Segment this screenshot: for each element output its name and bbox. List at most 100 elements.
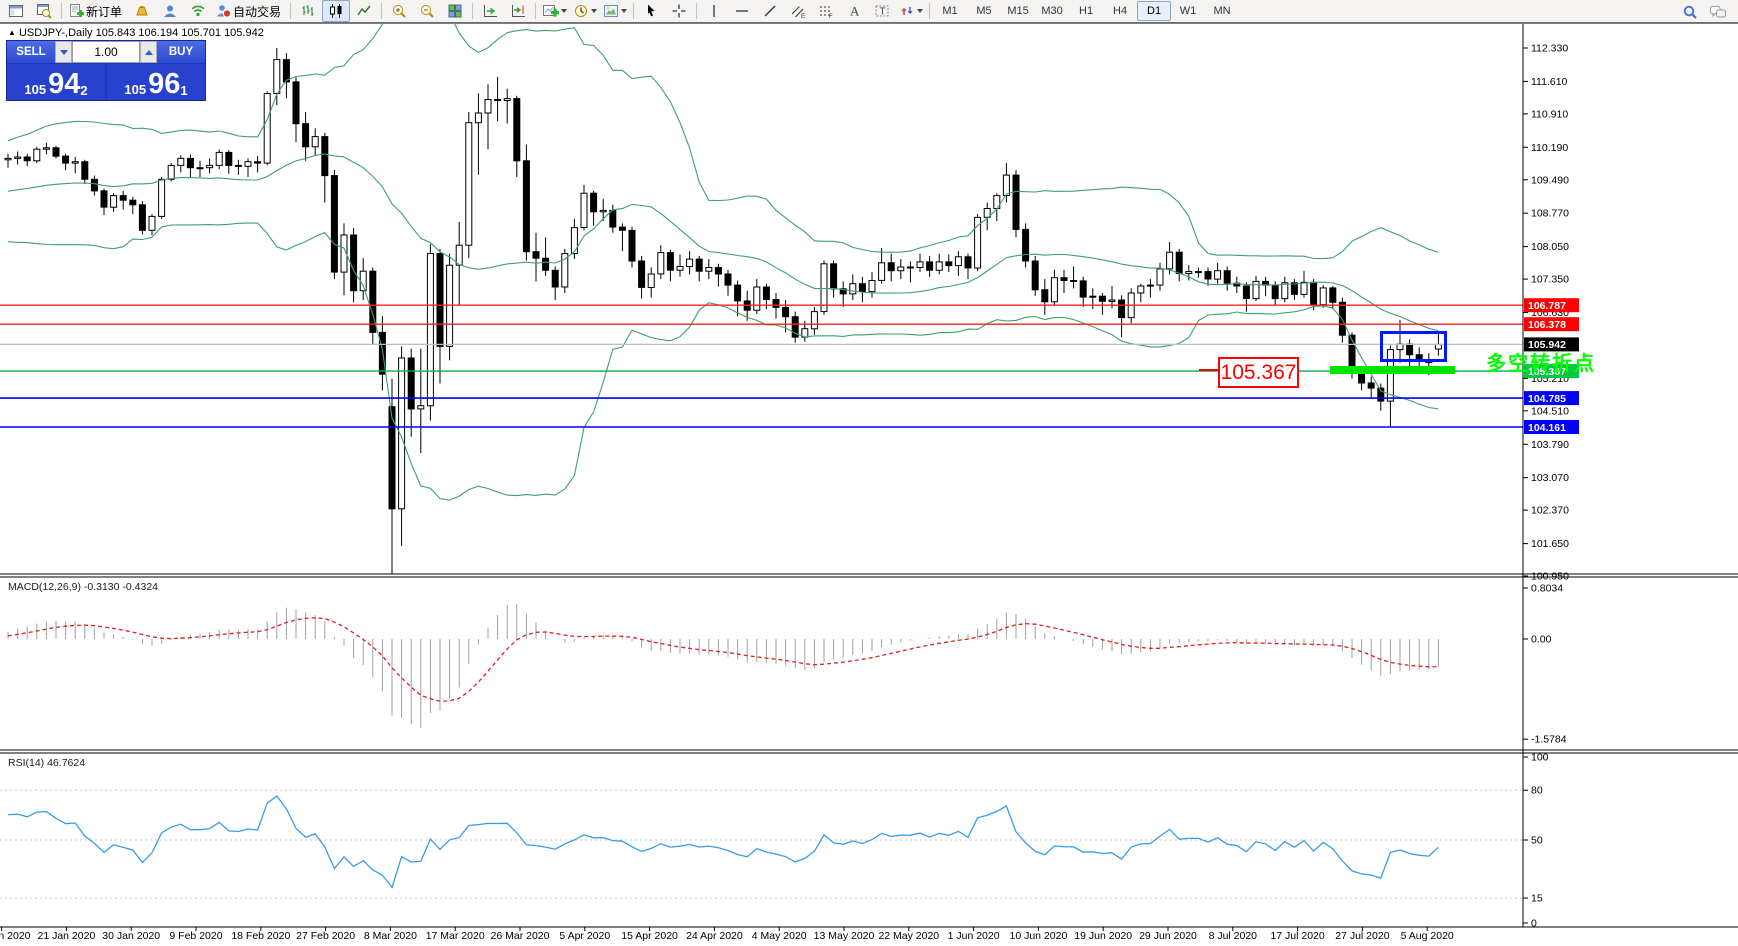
volume-decrease-button[interactable] xyxy=(55,41,72,63)
search-button[interactable] xyxy=(1676,1,1704,23)
svg-text:21 Jan 2020: 21 Jan 2020 xyxy=(37,930,95,942)
period-clock-button[interactable] xyxy=(570,0,600,22)
turning-point-annotation[interactable]: 多空转折点 xyxy=(1486,347,1596,376)
sell-price-big: 94 xyxy=(48,68,81,100)
svg-text:112.330: 112.330 xyxy=(1531,43,1568,55)
horizontal-line-tool-button[interactable] xyxy=(728,0,756,22)
auto-trading-button[interactable]: 自动交易 xyxy=(212,0,287,22)
templates-button[interactable] xyxy=(600,0,630,22)
main-price-pane[interactable] xyxy=(0,0,1523,574)
tile-windows-button[interactable] xyxy=(441,0,469,22)
data-window-button[interactable] xyxy=(30,0,58,22)
volume-increase-button[interactable] xyxy=(140,41,157,63)
price-callout-dash xyxy=(1199,369,1218,371)
community-button[interactable] xyxy=(156,0,184,22)
svg-text:30 Jan 2020: 30 Jan 2020 xyxy=(102,930,160,942)
line-chart-type-button[interactable] xyxy=(350,0,378,22)
equidistant-channel-tool-button[interactable]: E xyxy=(784,0,812,22)
consolidation-rectangle[interactable] xyxy=(1380,331,1447,362)
support-price-label[interactable]: 105.367 xyxy=(1218,357,1299,388)
market-button[interactable] xyxy=(128,0,156,22)
fibonacci-tool-button[interactable]: F xyxy=(812,0,840,22)
signals-button[interactable] xyxy=(184,0,212,22)
one-click-collapse-icon[interactable]: ▲ xyxy=(8,28,16,37)
chart-canvas[interactable]: 112.330 111.610 110.910 110.190 109.490 108.7… xyxy=(0,0,1738,946)
svg-text:5 Aug 2020: 5 Aug 2020 xyxy=(1401,930,1454,942)
crosshair-tool-button[interactable] xyxy=(665,0,693,22)
candlestick-chart-type-button[interactable] xyxy=(322,0,351,22)
svg-text:108.770: 108.770 xyxy=(1531,208,1569,220)
symbol-period-label: USDJPY-,Daily xyxy=(18,27,93,39)
svg-text:27 Jul 2020: 27 Jul 2020 xyxy=(1335,930,1389,942)
macd-pane[interactable] xyxy=(7,604,1439,728)
svg-text:15 Apr 2020: 15 Apr 2020 xyxy=(621,930,678,942)
chat-button[interactable] xyxy=(1704,1,1732,23)
price-axis-flag: 106.378 xyxy=(1524,317,1579,332)
text-tool-button[interactable]: A xyxy=(840,0,868,22)
svg-text:22 May 2020: 22 May 2020 xyxy=(878,930,939,942)
new-order-button[interactable]: 新订单 xyxy=(65,0,128,22)
bar-chart-type-button[interactable] xyxy=(294,0,322,22)
add-indicator-dropdown-caret xyxy=(561,9,568,13)
svg-text:T: T xyxy=(880,7,886,18)
timeframe-w1-button[interactable]: W1 xyxy=(1171,1,1205,21)
price-axis-flag: 106.787 xyxy=(1524,298,1579,313)
svg-text:0: 0 xyxy=(1531,918,1537,930)
arrows-tool-button[interactable] xyxy=(896,0,926,22)
add-indicator-button[interactable] xyxy=(539,0,570,22)
svg-text:F: F xyxy=(829,14,833,19)
timeframe-mn-button[interactable]: MN xyxy=(1205,1,1239,21)
toolbar-separator xyxy=(472,3,474,19)
zoom-out-button[interactable] xyxy=(413,0,441,22)
sell-price-base: 105 xyxy=(24,82,47,97)
vertical-line-tool-button[interactable] xyxy=(700,0,728,22)
timeframe-m15-button[interactable]: M15 xyxy=(1001,1,1035,21)
rsi-pane[interactable] xyxy=(0,789,1523,899)
svg-text:1 Jun 2020: 1 Jun 2020 xyxy=(948,930,1000,942)
svg-text:0.00: 0.00 xyxy=(1531,634,1552,646)
zoom-in-button[interactable] xyxy=(385,0,413,22)
price-axis-flag: 104.785 xyxy=(1524,391,1579,406)
svg-text:19 Jun 2020: 19 Jun 2020 xyxy=(1074,930,1132,942)
mt-terminal-window: 新订单 自动交易 E F A T M1 M5 M15 M30 H1 H4 D1 … xyxy=(0,0,1738,946)
chart-shift-button[interactable] xyxy=(504,0,532,22)
svg-text:107.350: 107.350 xyxy=(1531,274,1569,286)
auto-scroll-button[interactable] xyxy=(476,0,504,22)
svg-text:10 Jun 2020: 10 Jun 2020 xyxy=(1009,930,1067,942)
timeframe-d1-button[interactable]: D1 xyxy=(1137,1,1172,21)
price-axis-flag: 104.161 xyxy=(1524,420,1579,434)
svg-text:29 Jun 2020: 29 Jun 2020 xyxy=(1139,930,1197,942)
timeframe-h4-button[interactable]: H4 xyxy=(1103,1,1137,21)
volume-input[interactable] xyxy=(72,41,140,63)
templates-dropdown-caret xyxy=(621,9,628,13)
svg-text:110.190: 110.190 xyxy=(1531,142,1568,154)
sell-price-display[interactable]: 105 94 2 xyxy=(7,64,105,100)
svg-text:15: 15 xyxy=(1531,893,1543,905)
svg-text:13 May 2020: 13 May 2020 xyxy=(814,930,875,942)
timeframe-m30-button[interactable]: M30 xyxy=(1035,1,1069,21)
bollinger-band-line xyxy=(7,153,1439,332)
sell-button[interactable]: SELL xyxy=(7,41,55,63)
timeframe-h1-button[interactable]: H1 xyxy=(1069,1,1103,21)
svg-text:108.050: 108.050 xyxy=(1531,241,1569,253)
timeframe-m5-button[interactable]: M5 xyxy=(967,1,1001,21)
svg-text:104.161: 104.161 xyxy=(1528,422,1566,434)
timeframe-m1-button[interactable]: M1 xyxy=(933,1,967,21)
svg-text:100: 100 xyxy=(1531,752,1549,764)
cursor-tool-button[interactable] xyxy=(637,0,665,22)
triangle-down-icon xyxy=(59,49,68,55)
toolbar-separator xyxy=(381,3,383,19)
chart-title: ▲ USDJPY-,Daily 105.843 106.194 105.701 … xyxy=(8,27,264,39)
buy-price-base: 105 xyxy=(124,82,147,97)
trendline-tool-button[interactable] xyxy=(756,0,784,22)
buy-price-display[interactable]: 105 96 1 xyxy=(107,64,205,100)
svg-text:103.070: 103.070 xyxy=(1531,472,1569,484)
svg-text:17 Mar 2020: 17 Mar 2020 xyxy=(426,930,485,942)
text-label-tool-button[interactable]: T xyxy=(868,0,896,22)
buy-button[interactable]: BUY xyxy=(157,41,205,63)
triangle-up-icon xyxy=(144,49,153,55)
svg-text:18 Feb 2020: 18 Feb 2020 xyxy=(231,930,290,942)
new-order-label: 新订单 xyxy=(86,4,123,19)
market-watch-toggle-button[interactable] xyxy=(2,0,30,22)
support-zone-highlight[interactable] xyxy=(1330,366,1455,374)
